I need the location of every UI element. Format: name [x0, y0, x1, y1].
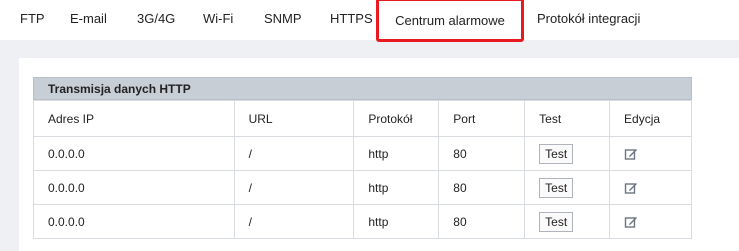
cell-port: 80 — [438, 170, 526, 205]
cell-edit — [609, 136, 692, 171]
tab-bar: FTP E-mail 3G/4G Wi-Fi SNMP HTTPS Centru… — [0, 0, 739, 42]
cell-edit — [609, 204, 692, 239]
test-button[interactable]: Test — [539, 143, 574, 164]
tab-centrum-alarmowe[interactable]: Centrum alarmowe — [376, 0, 524, 42]
test-button[interactable]: Test — [539, 177, 574, 198]
test-button[interactable]: Test — [539, 211, 574, 232]
cell-edit — [609, 170, 692, 205]
table-row: 0.0.0.0 / http 80 Test — [33, 204, 692, 239]
header-url: URL — [233, 100, 355, 137]
header-port: Port — [438, 100, 526, 137]
header-edit: Edycja — [609, 100, 692, 137]
table-row: 0.0.0.0 / http 80 Test — [33, 136, 692, 171]
cell-test: Test — [524, 204, 611, 239]
edit-icon[interactable] — [624, 215, 638, 229]
tab-3g4g[interactable]: 3G/4G — [137, 0, 175, 40]
cell-protocol: http — [353, 204, 440, 239]
cell-port: 80 — [438, 136, 526, 171]
cell-test: Test — [524, 136, 611, 171]
table-header-row: Adres IP URL Protokół Port Test Edycja — [33, 100, 692, 137]
cell-test: Test — [524, 170, 611, 205]
cell-url: / — [233, 204, 355, 239]
tab-email[interactable]: E-mail — [70, 0, 107, 40]
header-protocol: Protokół — [353, 100, 440, 137]
cell-protocol: http — [353, 136, 440, 171]
header-ip-address: Adres IP — [33, 100, 235, 137]
cell-url: / — [233, 170, 355, 205]
tab-protokol-integracji[interactable]: Protokół integracji — [537, 0, 640, 40]
http-transmission-table: Adres IP URL Protokół Port Test Edycja 0… — [33, 100, 692, 239]
header-test: Test — [524, 100, 611, 137]
tab-wifi[interactable]: Wi-Fi — [203, 0, 233, 40]
section-title: Transmisja danych HTTP — [33, 77, 692, 100]
table-row: 0.0.0.0 / http 80 Test — [33, 170, 692, 205]
cell-url: / — [233, 136, 355, 171]
cell-port: 80 — [438, 204, 526, 239]
cell-ip-address: 0.0.0.0 — [33, 170, 235, 205]
edit-icon[interactable] — [624, 147, 638, 161]
tab-ftp[interactable]: FTP — [20, 0, 45, 40]
tab-https[interactable]: HTTPS — [330, 0, 373, 40]
cell-ip-address: 0.0.0.0 — [33, 136, 235, 171]
cell-protocol: http — [353, 170, 440, 205]
tab-snmp[interactable]: SNMP — [264, 0, 302, 40]
cell-ip-address: 0.0.0.0 — [33, 204, 235, 239]
edit-icon[interactable] — [624, 181, 638, 195]
